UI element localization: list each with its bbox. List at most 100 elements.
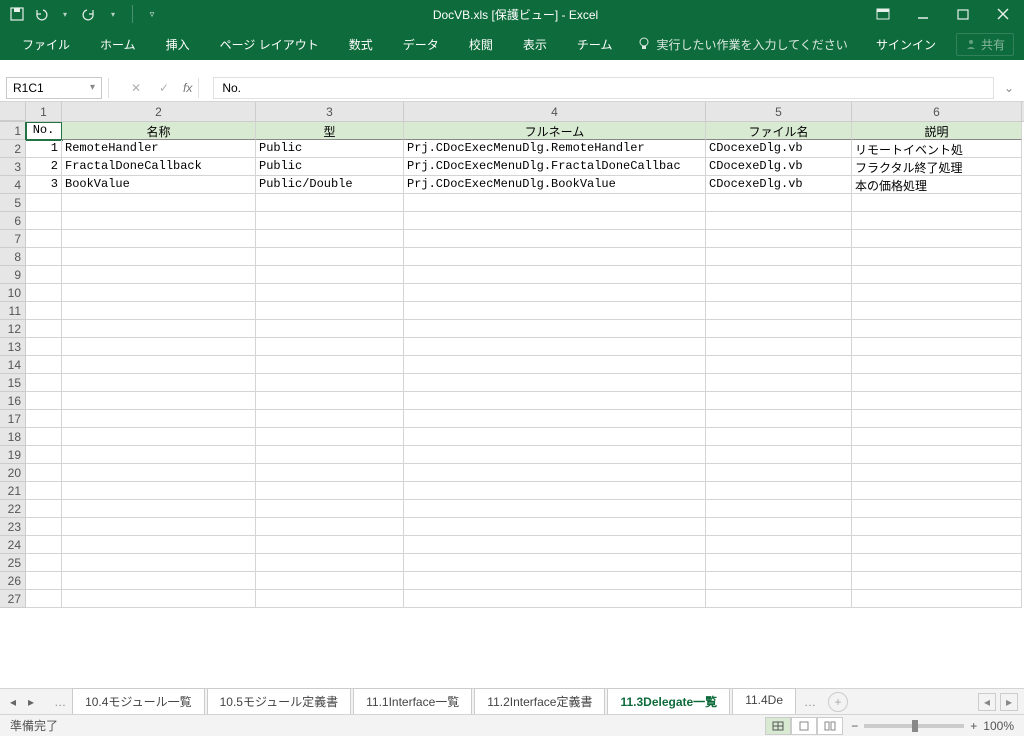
- cell[interactable]: [404, 590, 706, 608]
- cell[interactable]: [256, 248, 404, 266]
- cell[interactable]: [404, 302, 706, 320]
- cell[interactable]: ファイル名: [706, 122, 852, 140]
- cell[interactable]: [706, 212, 852, 230]
- cell[interactable]: [62, 554, 256, 572]
- row-header[interactable]: 23: [0, 518, 26, 536]
- col-header[interactable]: 2: [62, 102, 256, 121]
- cell[interactable]: [62, 356, 256, 374]
- cell[interactable]: [256, 446, 404, 464]
- col-header[interactable]: 6: [852, 102, 1022, 121]
- cell[interactable]: [852, 356, 1022, 374]
- share-button[interactable]: 共有: [956, 33, 1014, 56]
- cell[interactable]: [852, 500, 1022, 518]
- sheet-tab[interactable]: 10.5モジュール定義書: [207, 688, 352, 716]
- tab-home[interactable]: ホーム: [88, 30, 148, 59]
- cell[interactable]: [26, 536, 62, 554]
- redo-dropdown-icon[interactable]: ▾: [104, 5, 122, 23]
- cell[interactable]: [852, 554, 1022, 572]
- cell[interactable]: [404, 392, 706, 410]
- cell[interactable]: [404, 500, 706, 518]
- cell[interactable]: BookValue: [62, 176, 256, 194]
- cell[interactable]: [26, 248, 62, 266]
- formula-expand-icon[interactable]: ⌄: [1000, 81, 1018, 95]
- cell[interactable]: [706, 302, 852, 320]
- cell[interactable]: [26, 374, 62, 392]
- cell[interactable]: [404, 230, 706, 248]
- row-header[interactable]: 17: [0, 410, 26, 428]
- cell[interactable]: [62, 536, 256, 554]
- name-box[interactable]: R1C1 ▾: [6, 77, 102, 99]
- cell[interactable]: [26, 266, 62, 284]
- cell[interactable]: [404, 482, 706, 500]
- cell[interactable]: Public: [256, 158, 404, 176]
- cell[interactable]: [62, 338, 256, 356]
- cell[interactable]: [852, 410, 1022, 428]
- tab-review[interactable]: 校閲: [457, 30, 505, 59]
- tab-view[interactable]: 表示: [511, 30, 559, 59]
- cell[interactable]: [62, 428, 256, 446]
- sheet-tab[interactable]: 10.4モジュール一覧: [72, 688, 205, 716]
- sheet-overflow-right[interactable]: …: [798, 695, 822, 709]
- page-layout-view-icon[interactable]: [791, 717, 817, 735]
- cell[interactable]: [256, 302, 404, 320]
- cell[interactable]: [26, 230, 62, 248]
- cell[interactable]: [404, 320, 706, 338]
- cell[interactable]: [62, 500, 256, 518]
- cell[interactable]: [852, 428, 1022, 446]
- row-header[interactable]: 18: [0, 428, 26, 446]
- cell[interactable]: [62, 572, 256, 590]
- row-header[interactable]: 26: [0, 572, 26, 590]
- cell[interactable]: [256, 392, 404, 410]
- row-header[interactable]: 9: [0, 266, 26, 284]
- cell[interactable]: [706, 446, 852, 464]
- undo-dropdown-icon[interactable]: ▾: [56, 5, 74, 23]
- cell[interactable]: [706, 536, 852, 554]
- row-header[interactable]: 24: [0, 536, 26, 554]
- tab-data[interactable]: データ: [391, 30, 451, 59]
- cell[interactable]: [852, 482, 1022, 500]
- row-header[interactable]: 13: [0, 338, 26, 356]
- cell[interactable]: [62, 464, 256, 482]
- cell[interactable]: [62, 320, 256, 338]
- tab-insert[interactable]: 挿入: [154, 30, 202, 59]
- cell[interactable]: [404, 410, 706, 428]
- cell[interactable]: Prj.CDocExecMenuDlg.FractalDoneCallbac: [404, 158, 706, 176]
- cell[interactable]: [62, 194, 256, 212]
- cell[interactable]: CDocexeDlg.vb: [706, 176, 852, 194]
- cell[interactable]: [404, 248, 706, 266]
- chevron-down-icon[interactable]: ▾: [90, 82, 95, 93]
- cell[interactable]: [706, 572, 852, 590]
- cell[interactable]: [404, 338, 706, 356]
- cell[interactable]: [404, 518, 706, 536]
- cell[interactable]: [852, 536, 1022, 554]
- add-sheet-button[interactable]: +: [828, 692, 848, 712]
- cell[interactable]: [404, 554, 706, 572]
- sheet-overflow-left[interactable]: …: [48, 695, 72, 709]
- cell[interactable]: Public: [256, 140, 404, 158]
- cell[interactable]: [256, 518, 404, 536]
- cell[interactable]: [62, 302, 256, 320]
- cell[interactable]: [62, 284, 256, 302]
- cell[interactable]: [26, 338, 62, 356]
- cell[interactable]: フルネーム: [404, 122, 706, 140]
- cell[interactable]: [706, 356, 852, 374]
- undo-icon[interactable]: [32, 5, 50, 23]
- cell[interactable]: [256, 230, 404, 248]
- row-header[interactable]: 5: [0, 194, 26, 212]
- cell[interactable]: [62, 410, 256, 428]
- cell[interactable]: [256, 338, 404, 356]
- fx-icon[interactable]: fx: [183, 81, 192, 95]
- cell[interactable]: [852, 194, 1022, 212]
- row-header[interactable]: 1: [0, 122, 26, 140]
- cell[interactable]: No.: [26, 122, 62, 140]
- cell[interactable]: [706, 518, 852, 536]
- cell[interactable]: [26, 572, 62, 590]
- cell[interactable]: [852, 392, 1022, 410]
- tab-formulas[interactable]: 数式: [337, 30, 385, 59]
- cell[interactable]: [62, 212, 256, 230]
- row-header[interactable]: 10: [0, 284, 26, 302]
- cell[interactable]: [26, 446, 62, 464]
- cell[interactable]: [852, 464, 1022, 482]
- cell[interactable]: [404, 194, 706, 212]
- cell[interactable]: [404, 446, 706, 464]
